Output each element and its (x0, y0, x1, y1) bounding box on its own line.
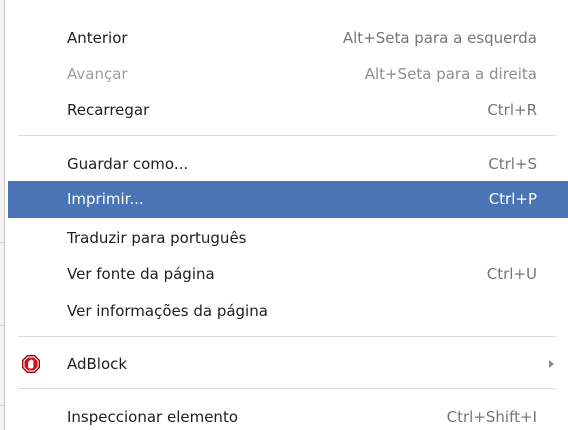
menu-separator (18, 135, 556, 136)
menu-item-label: Anterior (67, 29, 128, 47)
menu-separator (18, 388, 556, 389)
menu-item-save-as[interactable]: Guardar como... Ctrl+S (6, 145, 568, 183)
menu-item-page-info[interactable]: Ver informações da página (6, 292, 568, 330)
menu-item-reload[interactable]: Recarregar Ctrl+R (6, 91, 568, 129)
menu-item-back[interactable]: Anterior Alt+Seta para a esquerda (6, 19, 568, 57)
menu-item-label: Imprimir... (67, 190, 144, 208)
menu-item-adblock[interactable]: AdBlock (6, 345, 568, 383)
menu-item-shortcut: Ctrl+Shift+I (446, 408, 537, 426)
context-menu-screenshot: Anterior Alt+Seta para a esquerda Avança… (0, 0, 568, 430)
menu-item-label: Recarregar (67, 101, 150, 119)
menu-separator (18, 336, 556, 337)
menu-item-label: Guardar como... (67, 155, 189, 173)
adblock-icon (22, 355, 40, 373)
context-menu: Anterior Alt+Seta para a esquerda Avança… (4, 0, 568, 430)
menu-item-inspect-element[interactable]: Inspeccionar elemento Ctrl+Shift+I (6, 398, 568, 430)
menu-item-label: Avançar (67, 65, 128, 83)
menu-item-shortcut: Ctrl+R (487, 101, 537, 119)
menu-item-forward: Avançar Alt+Seta para a direita (6, 55, 568, 93)
menu-item-shortcut: Alt+Seta para a direita (364, 65, 537, 83)
submenu-arrow-icon (549, 360, 554, 368)
menu-item-shortcut: Ctrl+P (488, 190, 537, 208)
menu-item-label: Traduzir para português (67, 229, 247, 247)
menu-item-print[interactable]: Imprimir... Ctrl+P (8, 181, 568, 218)
menu-item-label: Inspeccionar elemento (67, 408, 238, 426)
menu-item-translate[interactable]: Traduzir para português (6, 219, 568, 257)
menu-item-label: Ver fonte da página (67, 265, 215, 283)
menu-item-shortcut: Ctrl+U (486, 265, 537, 283)
menu-item-view-source[interactable]: Ver fonte da página Ctrl+U (6, 255, 568, 293)
menu-item-label: AdBlock (67, 355, 128, 373)
menu-item-label: Ver informações da página (67, 302, 268, 320)
menu-item-shortcut: Alt+Seta para a esquerda (342, 29, 537, 47)
menu-item-shortcut: Ctrl+S (488, 155, 537, 173)
